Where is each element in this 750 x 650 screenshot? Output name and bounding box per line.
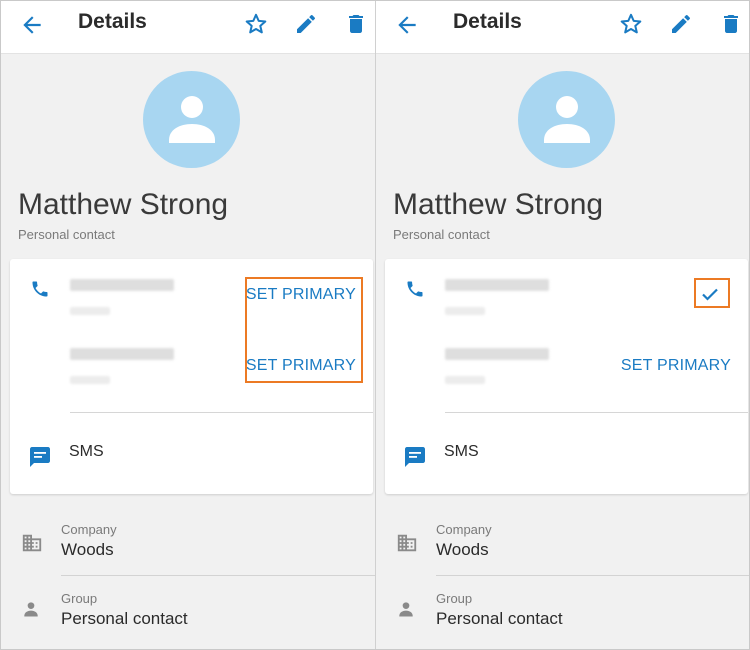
sms-action[interactable]: SMS	[444, 443, 479, 461]
divider	[61, 575, 375, 576]
building-icon	[397, 534, 417, 552]
company-value: Woods	[61, 540, 114, 559]
divider	[436, 575, 750, 576]
person-icon	[169, 96, 215, 143]
sms-icon	[30, 447, 50, 467]
arrow-back-icon[interactable]	[19, 12, 45, 38]
group-row: Group Personal contact	[376, 587, 750, 647]
group-row: Group Personal contact	[1, 587, 375, 647]
page-title: Details	[78, 10, 147, 33]
sms-action[interactable]: SMS	[69, 443, 104, 461]
star-icon[interactable]	[619, 12, 643, 36]
sms-icon	[405, 447, 425, 467]
contact-subtitle: Personal contact	[393, 227, 490, 242]
trash-icon[interactable]	[719, 12, 743, 36]
phone-label-redacted	[445, 307, 485, 315]
arrow-back-icon[interactable]	[394, 12, 420, 38]
person-icon	[544, 96, 590, 143]
phone-card: SET PRIMARY SMS	[385, 259, 748, 494]
set-primary-button[interactable]: SET PRIMARY	[621, 357, 731, 375]
phone-number-redacted	[445, 348, 549, 360]
contact-details-panel-right: Details Matthew Strong Personal contact …	[376, 0, 750, 650]
group-value: Personal contact	[61, 609, 188, 628]
phone-card: SET PRIMARY SET PRIMARY SMS	[10, 259, 373, 494]
person-icon	[399, 602, 413, 617]
avatar	[518, 71, 615, 168]
phone-label-redacted	[70, 376, 110, 384]
group-value: Personal contact	[436, 609, 563, 628]
pencil-icon[interactable]	[294, 12, 318, 36]
company-row: Company Woods	[1, 518, 375, 578]
phone-label-redacted	[70, 307, 110, 315]
divider	[70, 412, 373, 413]
app-bar: Details	[1, 0, 375, 54]
company-caption: Company	[436, 522, 492, 537]
group-caption: Group	[436, 591, 473, 606]
trash-icon[interactable]	[344, 12, 368, 36]
highlight-box	[694, 278, 730, 308]
avatar	[143, 71, 240, 168]
person-icon	[24, 602, 38, 617]
phone-icon	[32, 281, 48, 297]
contact-subtitle: Personal contact	[18, 227, 115, 242]
group-caption: Group	[61, 591, 98, 606]
phone-number-redacted	[70, 279, 174, 291]
star-icon[interactable]	[244, 12, 268, 36]
contact-name: Matthew Strong	[393, 188, 604, 221]
company-caption: Company	[61, 522, 117, 537]
pencil-icon[interactable]	[669, 12, 693, 36]
company-value: Woods	[436, 540, 489, 559]
contact-name: Matthew Strong	[18, 188, 229, 221]
contact-details-panel-left: Details Matthew Strong Personal contact …	[1, 0, 375, 650]
company-row: Company Woods	[376, 518, 750, 578]
page-title: Details	[453, 10, 522, 33]
app-bar: Details	[376, 0, 750, 54]
phone-number-redacted	[445, 279, 549, 291]
phone-icon	[407, 281, 423, 297]
phone-number-redacted	[70, 348, 174, 360]
divider	[445, 412, 748, 413]
building-icon	[22, 534, 42, 552]
phone-label-redacted	[445, 376, 485, 384]
highlight-box	[245, 277, 363, 383]
